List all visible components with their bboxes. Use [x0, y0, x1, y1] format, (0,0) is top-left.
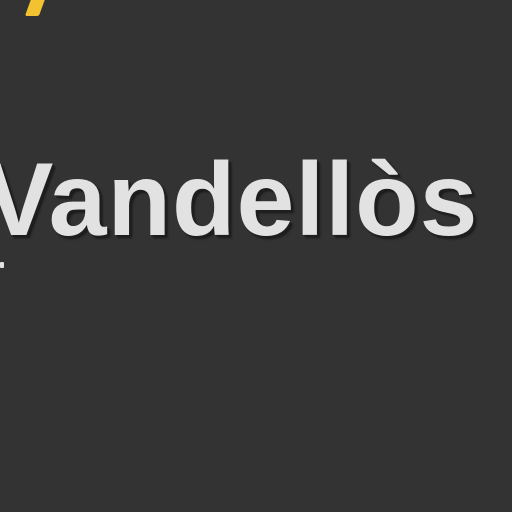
map-tile[interactable]: Vandellòs	[0, 0, 512, 512]
road-segment	[24, 0, 50, 16]
label-fragment	[0, 262, 4, 268]
place-name-label: Vandellòs	[0, 142, 479, 258]
